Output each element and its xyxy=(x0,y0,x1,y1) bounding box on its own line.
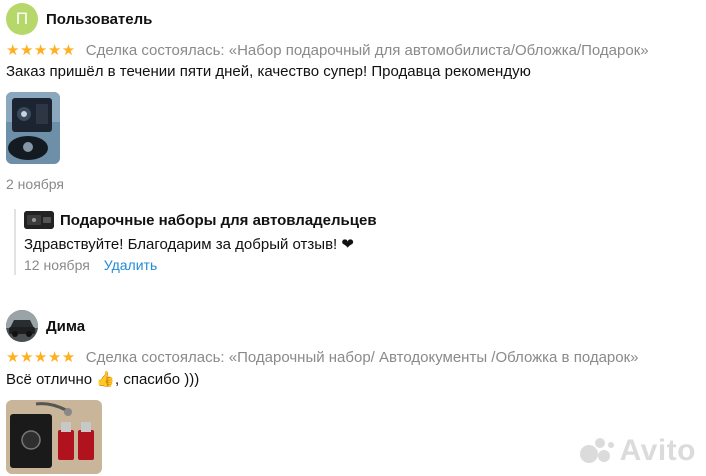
avito-watermark: Avito xyxy=(578,434,696,468)
avito-logo-icon xyxy=(579,438,614,463)
reply-header: Подарочные наборы для автовладельцев xyxy=(24,209,377,231)
review-header: Дима xyxy=(6,310,706,342)
review-header: П Пользователь xyxy=(6,3,706,35)
shop-logo[interactable] xyxy=(24,211,54,229)
review-text-start: Всё отлично xyxy=(6,371,97,388)
reply-text: Здравствуйте! Благодарим за добрый отзыв… xyxy=(24,236,354,253)
author-name[interactable]: Дима xyxy=(46,318,85,335)
review-text-end: , спасибо ))) xyxy=(115,371,200,388)
avatar[interactable]: П xyxy=(6,3,38,35)
review-meta: ★★★★★ Сделка состоялась: «Набор подарочн… xyxy=(6,41,706,60)
review-photo[interactable] xyxy=(6,92,60,164)
rating-stars: ★★★★★ xyxy=(6,349,76,366)
reply-date: 12 ноября xyxy=(24,257,90,273)
review-meta: ★★★★★ Сделка состоялась: «Подарочный наб… xyxy=(6,348,706,367)
rating-stars: ★★★★★ xyxy=(6,42,76,59)
photo-image xyxy=(6,400,102,474)
author-name[interactable]: Пользователь xyxy=(46,11,152,28)
review-card: П Пользователь ★★★★★ Сделка состоялась: … xyxy=(6,3,706,192)
review-text: Всё отлично 👍, спасибо ))) xyxy=(6,370,706,388)
review-text: Заказ пришёл в течении пяти дней, качест… xyxy=(6,63,531,80)
avatar[interactable] xyxy=(6,310,38,342)
deal-info: Сделка состоялась: «Набор подарочный для… xyxy=(85,41,649,59)
review-photo[interactable] xyxy=(6,400,102,474)
deal-info: Сделка состоялась: «Подарочный набор/ Ав… xyxy=(85,348,639,366)
avatar-image xyxy=(6,310,38,342)
thumbs-up-icon: 👍 xyxy=(96,371,115,388)
review-date: 2 ноября xyxy=(6,176,65,192)
avatar-letter: П xyxy=(15,9,29,28)
watermark-text: Avito xyxy=(619,434,696,467)
seller-reply: Подарочные наборы для автовладельцев Здр… xyxy=(14,209,377,275)
shop-logo-image xyxy=(24,211,54,229)
shop-name[interactable]: Подарочные наборы для автовладельцев xyxy=(60,212,377,229)
photo-image xyxy=(6,92,60,164)
reply-footer: 12 ноября Удалить xyxy=(24,257,377,273)
delete-reply-link[interactable]: Удалить xyxy=(104,257,157,273)
